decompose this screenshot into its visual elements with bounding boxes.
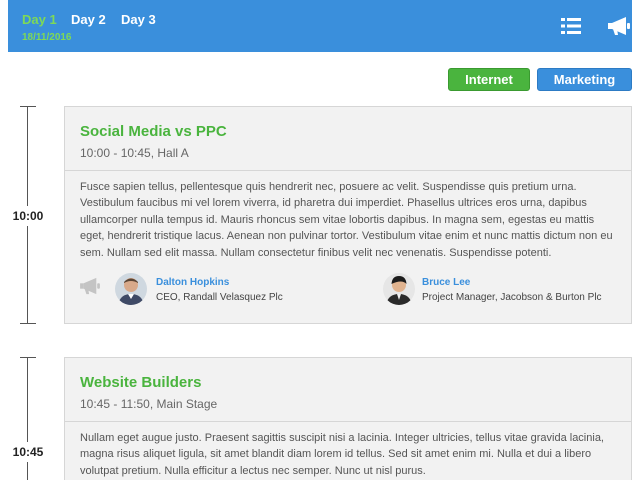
session-time-location: 10:00 - 10:45, Hall A (80, 146, 189, 160)
session-title[interactable]: Website Builders (80, 374, 616, 391)
filter-marketing-button[interactable]: Marketing (537, 68, 632, 91)
session-title[interactable]: Social Media vs PPC (80, 123, 616, 140)
speaker-name[interactable]: Bruce Lee (422, 277, 470, 288)
session-header: Website Builders 10:45 - 11:50, Main Sta… (65, 358, 631, 422)
timeline-segment: 10:00 (6, 106, 50, 324)
day-1-date: 18/11/2016 (22, 32, 72, 43)
list-icon[interactable] (561, 17, 581, 35)
session-description: Nullam eget augue justo. Praesent sagitt… (80, 432, 604, 477)
filter-internet-button[interactable]: Internet (448, 68, 530, 91)
megaphone-icon (80, 277, 100, 295)
session-description: Fusce sapien tellus, pellentesque quis h… (80, 181, 613, 259)
session-header: Social Media vs PPC 10:00 - 10:45, Hall … (65, 107, 631, 171)
speakers-row: Dalton Hopkins CEO, Randall Velasquez Pl… (65, 273, 631, 313)
avatar[interactable] (115, 273, 147, 305)
session-time: 10:45 (6, 442, 50, 462)
megaphone-icon[interactable] (607, 16, 631, 36)
day-tabs-bar: Day 1 18/11/2016 Day 2 Day 3 (8, 0, 632, 52)
speaker-name[interactable]: Dalton Hopkins (156, 277, 229, 288)
tab-day-1[interactable]: Day 1 (22, 12, 57, 27)
session-card: Social Media vs PPC 10:00 - 10:45, Hall … (64, 106, 632, 324)
session-card: Website Builders 10:45 - 11:50, Main Sta… (64, 357, 632, 480)
timeline-segment: 10:45 (6, 357, 50, 480)
session-time-location: 10:45 - 11:50, Main Stage (80, 397, 218, 411)
tab-day-2[interactable]: Day 2 (71, 12, 106, 27)
tab-day-3[interactable]: Day 3 (121, 12, 156, 27)
speaker-role: CEO, Randall Velasquez Plc (156, 292, 283, 303)
session-time: 10:00 (6, 206, 50, 226)
speaker-role: Project Manager, Jacobson & Burton Plc (422, 292, 602, 303)
avatar[interactable] (383, 273, 415, 305)
